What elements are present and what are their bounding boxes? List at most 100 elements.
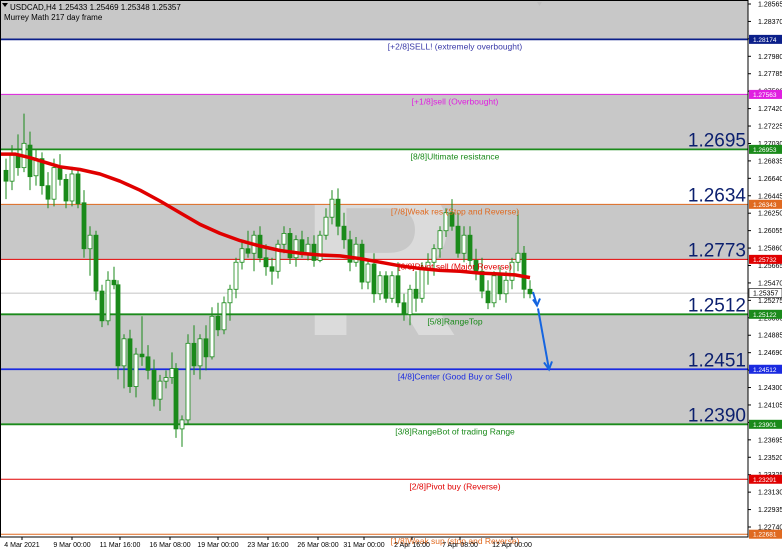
candle-body	[245, 248, 251, 254]
candle-body	[93, 234, 99, 292]
candle-body	[9, 153, 15, 182]
candle	[359, 239, 365, 290]
candle-body	[269, 266, 275, 272]
y-tick-label: 1.26250	[758, 211, 782, 218]
candle-body	[179, 419, 185, 430]
candle-body	[191, 342, 197, 367]
candle-body	[145, 356, 151, 371]
candle-body	[185, 342, 191, 421]
candle	[127, 329, 133, 393]
x-tick-label: 16 Mar 08:00	[149, 542, 190, 549]
candle	[185, 334, 191, 425]
y-tick-label: 1.27420	[758, 106, 782, 113]
candle-body	[121, 338, 127, 367]
candle-body	[139, 353, 145, 358]
x-tick-label: 23 Mar 16:00	[247, 542, 288, 549]
candle-body	[371, 263, 377, 295]
level-price-tag: 1.26343	[749, 199, 782, 209]
y-tick-label: 1.24885	[758, 333, 782, 340]
y-tick-label: 1.27785	[758, 71, 782, 78]
current-price-tag: 1.25357	[748, 288, 782, 298]
candle-body	[365, 263, 371, 283]
x-tick-label: 2 Apr 16:00	[394, 542, 430, 549]
candle-body	[111, 279, 117, 286]
price-tag-text: 1.25732	[753, 257, 777, 264]
candle	[383, 271, 389, 303]
candle-body	[3, 169, 9, 182]
candle-body	[133, 353, 139, 387]
candle-body	[467, 234, 473, 261]
candle-body	[263, 257, 269, 268]
candle-body	[323, 216, 329, 236]
candle-body	[503, 279, 509, 295]
y-tick-label: 1.25665	[758, 263, 782, 270]
x-tick-label: 7 Apr 08:00	[442, 542, 478, 549]
candle-body	[431, 248, 437, 263]
candle	[93, 230, 99, 301]
candle-body	[521, 252, 527, 290]
x-tick-label: 31 Mar 00:00	[343, 542, 384, 549]
candle-body	[209, 315, 215, 358]
x-tick-label: 12 Apr 00:00	[492, 542, 532, 549]
y-tick-label: 1.24105	[758, 402, 782, 409]
chart-svg: R [+2/8]SELL! (extremely overbought)[+1/…	[0, 0, 782, 551]
level-label: [+2/8]SELL! (extremely overbought)	[388, 41, 523, 51]
candle-body	[287, 233, 293, 259]
y-tick-label: 1.24690	[758, 350, 782, 357]
level-price-tag: 1.27563	[749, 89, 782, 99]
y-tick-label: 1.23520	[758, 455, 782, 462]
level-price-tag: 1.23901	[749, 419, 782, 429]
candle	[389, 271, 395, 303]
indicator-info: Murrey Math 217 day frame	[4, 13, 103, 22]
candle	[75, 167, 81, 209]
level-price-tag: 1.26953	[749, 144, 782, 154]
candle-body	[169, 368, 175, 378]
big-price-label: 1.2634	[688, 185, 747, 206]
candle-body	[407, 288, 413, 315]
x-tick-label: 9 Mar 00:00	[53, 542, 90, 549]
candle-body	[99, 290, 105, 322]
candle-body	[27, 144, 33, 178]
candle-body	[127, 338, 133, 387]
y-tick-label: 1.23695	[758, 437, 782, 444]
big-price-label: 1.2695	[688, 130, 746, 151]
candle-body	[305, 243, 311, 254]
level-label: [7/8]Weak res (Stop and Reverse)	[391, 206, 520, 216]
price-tag-text: 1.28174	[753, 37, 777, 44]
y-tick-label: 1.27225	[758, 124, 782, 131]
candle	[491, 271, 497, 308]
candle-body	[437, 230, 443, 250]
x-tick-label: 4 Mar 2021	[4, 542, 40, 549]
big-price-label: 1.2773	[688, 240, 746, 261]
level-price-tag: 1.23291	[749, 474, 782, 484]
level-label: [4/8]Center (Good Buy or Sell)	[398, 371, 513, 381]
candle	[115, 280, 121, 380]
candle-body	[157, 380, 163, 400]
candle-body	[341, 225, 347, 241]
level-price-tag: 1.25122	[749, 309, 782, 319]
chart: R [+2/8]SELL! (extremely overbought)[+1/…	[0, 0, 782, 551]
current-price-text: 1.25357	[753, 291, 778, 298]
candle	[99, 284, 105, 328]
candle-body	[455, 225, 461, 254]
candle-body	[413, 288, 419, 299]
candle-body	[485, 290, 491, 304]
candle-body	[491, 275, 497, 304]
price-tag-text: 1.23901	[753, 422, 777, 429]
big-price-label: 1.2451	[688, 350, 746, 371]
price-tag-text: 1.27563	[753, 92, 777, 99]
y-tick-label: 1.28370	[758, 19, 782, 26]
candle-body	[69, 173, 75, 202]
y-tick-label: 1.26640	[758, 176, 782, 183]
level-label: [+1/8]sell (Overbought)	[412, 96, 499, 106]
y-tick-label: 1.24300	[758, 385, 782, 392]
candle-body	[233, 261, 239, 290]
y-tick-label: 1.27980	[758, 54, 782, 61]
price-tag-text: 1.26953	[753, 147, 777, 154]
candle-body	[383, 275, 389, 299]
y-tick-label: 1.22935	[758, 507, 782, 514]
candle	[317, 230, 323, 263]
candle-body	[197, 338, 203, 367]
price-tag-text: 1.22681	[753, 532, 777, 539]
price-tag-text: 1.23291	[753, 477, 777, 484]
